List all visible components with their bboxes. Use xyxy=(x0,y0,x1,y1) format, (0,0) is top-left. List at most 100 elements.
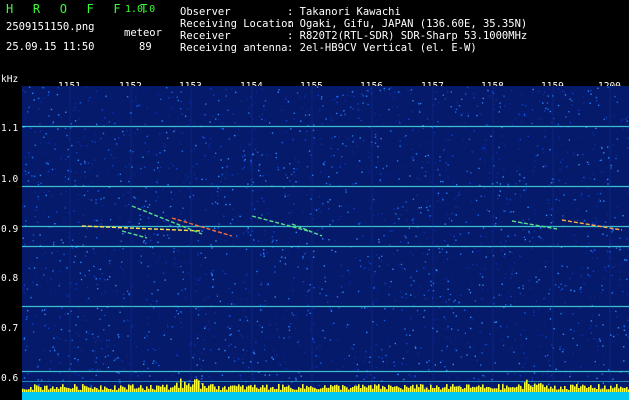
noise-dot xyxy=(127,373,129,375)
noise-dot xyxy=(376,299,378,302)
noise-dot xyxy=(48,216,50,218)
noise-dot xyxy=(248,144,250,146)
noise-dot xyxy=(484,195,486,198)
power-bar xyxy=(226,389,228,392)
noise-dot xyxy=(449,293,452,296)
noise-dot xyxy=(375,166,377,169)
noise-dot xyxy=(203,137,206,139)
noise-dot xyxy=(28,231,30,233)
noise-dot xyxy=(519,292,522,295)
noise-dot xyxy=(164,255,166,257)
noise-dot xyxy=(163,334,165,336)
noise-dot xyxy=(380,137,382,140)
noise-dot xyxy=(487,89,489,92)
noise-dot xyxy=(131,165,133,167)
noise-dot xyxy=(223,215,225,217)
noise-dot xyxy=(441,248,443,250)
noise-dot xyxy=(57,353,59,355)
noise-dot xyxy=(342,366,345,368)
noise-dot xyxy=(602,289,604,291)
noise-dot xyxy=(297,266,299,268)
noise-dot xyxy=(493,108,495,110)
noise-dot xyxy=(542,334,544,336)
noise-dot xyxy=(104,117,106,119)
noise-dot xyxy=(480,114,482,116)
noise-dot xyxy=(353,96,355,98)
power-bar xyxy=(594,387,596,392)
noise-dot xyxy=(213,227,216,229)
noise-dot xyxy=(163,220,165,222)
noise-dot xyxy=(303,95,306,98)
noise-dot xyxy=(294,175,296,177)
power-bar xyxy=(584,385,586,392)
noise-dot xyxy=(188,262,191,264)
noise-dot xyxy=(454,348,456,350)
noise-dot xyxy=(320,143,322,145)
noise-dot xyxy=(198,309,200,311)
power-bar xyxy=(592,388,594,392)
noise-dot xyxy=(509,265,512,267)
noise-dot xyxy=(334,239,337,242)
noise-dot xyxy=(144,234,146,237)
power-bar xyxy=(460,386,462,392)
noise-dot xyxy=(293,112,296,114)
y-tick-label: 1.0 xyxy=(1,174,19,185)
noise-dot xyxy=(616,101,618,103)
noise-dot xyxy=(133,196,135,198)
noise-dot xyxy=(481,276,484,278)
noise-dot xyxy=(486,124,488,126)
noise-dot xyxy=(71,247,74,249)
noise-dot xyxy=(596,270,599,272)
noise-dot xyxy=(365,356,367,359)
noise-dot xyxy=(446,214,448,216)
noise-dot xyxy=(567,151,569,153)
noise-dot xyxy=(337,148,339,151)
power-bar xyxy=(488,387,490,392)
noise-dot xyxy=(586,339,588,341)
noise-dot xyxy=(43,87,46,89)
noise-dot xyxy=(67,156,69,158)
noise-dot xyxy=(301,107,303,109)
noise-dot xyxy=(490,250,493,253)
noise-dot xyxy=(143,360,145,363)
noise-dot xyxy=(306,247,308,249)
noise-dot xyxy=(91,140,93,142)
power-bar xyxy=(220,390,222,392)
noise-dot xyxy=(454,299,456,301)
noise-dot xyxy=(360,119,362,122)
noise-dot xyxy=(401,296,403,298)
noise-dot xyxy=(540,237,542,239)
noise-dot xyxy=(164,333,166,335)
noise-dot xyxy=(462,138,464,140)
power-bar xyxy=(352,387,354,392)
noise-dot xyxy=(80,278,83,281)
noise-dot xyxy=(525,104,527,107)
noise-dot xyxy=(113,359,116,362)
noise-dot xyxy=(47,379,50,381)
noise-dot xyxy=(339,184,341,186)
noise-dot xyxy=(265,360,267,362)
noise-dot xyxy=(167,184,169,186)
noise-dot xyxy=(484,344,486,346)
noise-dot xyxy=(626,278,628,281)
noise-dot xyxy=(456,376,459,379)
noise-dot xyxy=(355,384,357,386)
power-bar xyxy=(548,388,550,392)
noise-dot xyxy=(563,194,565,196)
noise-dot xyxy=(471,284,473,286)
power-bar xyxy=(518,384,520,392)
noise-dot xyxy=(180,190,182,193)
noise-dot xyxy=(126,96,129,98)
noise-dot xyxy=(554,284,556,286)
noise-dot xyxy=(107,355,109,357)
noise-dot xyxy=(319,211,322,213)
noise-dot xyxy=(90,199,93,201)
noise-dot xyxy=(322,105,324,107)
noise-dot xyxy=(374,133,377,136)
noise-dot xyxy=(196,337,199,339)
power-bar xyxy=(150,385,152,392)
noise-dot xyxy=(351,183,354,185)
noise-dot xyxy=(53,337,55,339)
noise-dot xyxy=(248,106,250,109)
noise-dot xyxy=(406,219,408,222)
